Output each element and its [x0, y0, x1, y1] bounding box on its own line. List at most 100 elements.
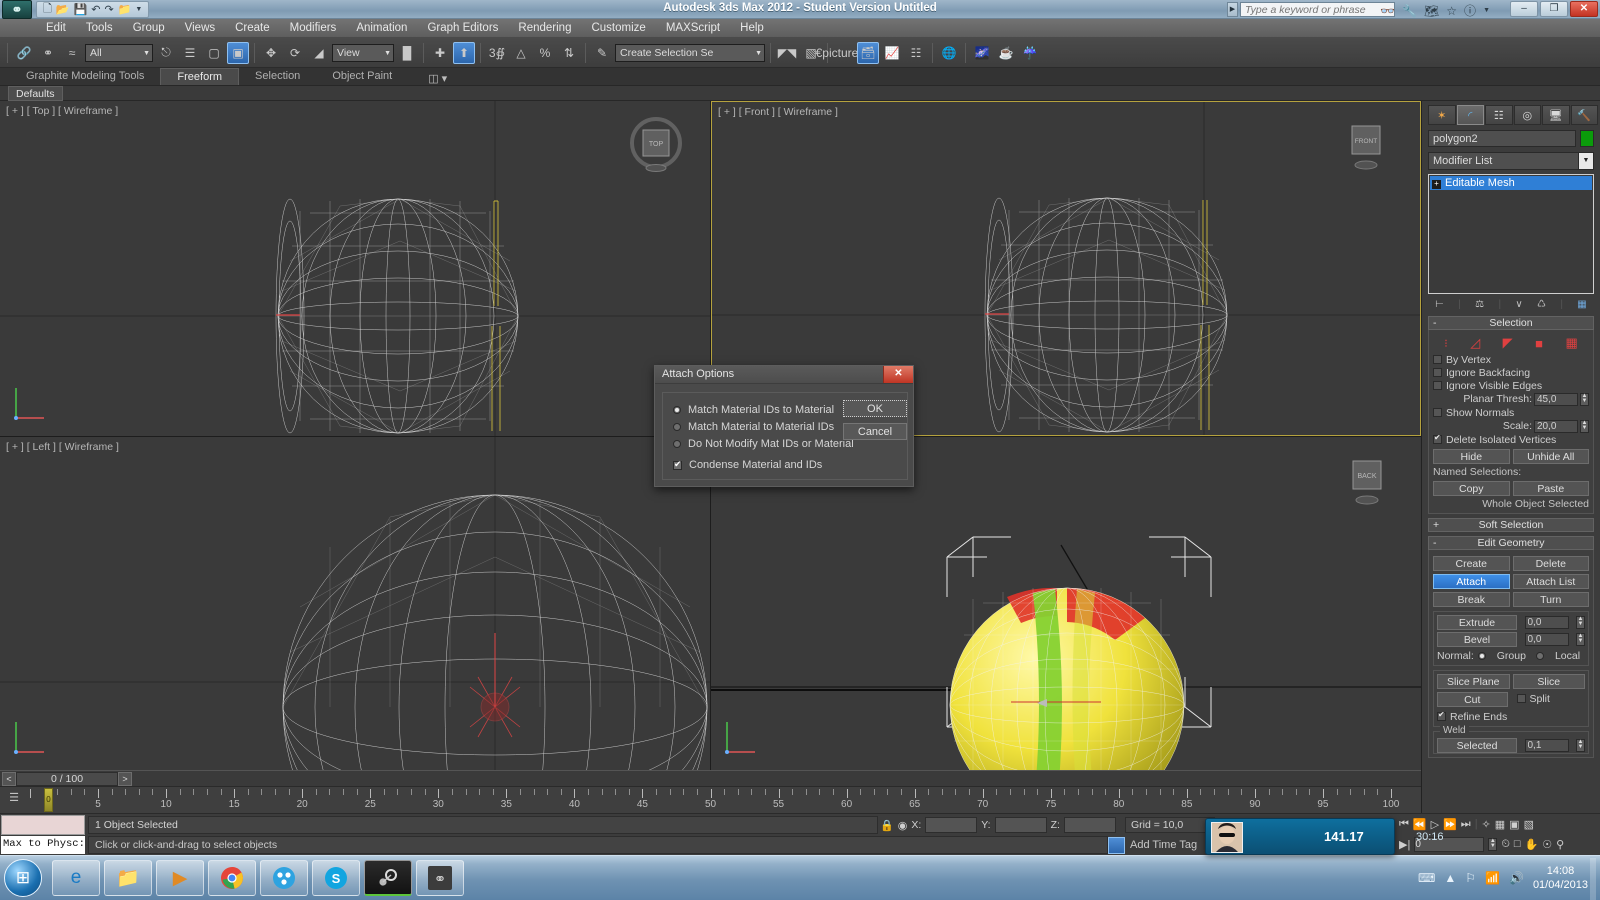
motion-tab[interactable]: ◎	[1513, 105, 1541, 125]
select-region-icon[interactable]: ▦	[1495, 818, 1505, 831]
orbit-icon[interactable]: ☉	[1542, 838, 1552, 851]
turn-button[interactable]: Turn	[1512, 592, 1589, 607]
subscription-icon[interactable]: 🗺	[1424, 4, 1439, 18]
copy-button[interactable]: Copy	[1433, 481, 1510, 496]
binoculars-icon[interactable]: 👓	[1380, 4, 1395, 18]
percent-snap-icon[interactable]: △	[510, 42, 532, 64]
viewport-front-label[interactable]: [ + ] [ Front ] [ Wireframe ]	[718, 106, 838, 118]
media-player-overlay[interactable]: 141.17 30:16	[1205, 818, 1444, 855]
x-input[interactable]	[925, 817, 978, 833]
spinner-snap-icon[interactable]: %	[534, 42, 556, 64]
pan-view-icon[interactable]: ▣	[1509, 818, 1519, 831]
delete-button[interactable]: Delete	[1512, 556, 1589, 571]
skype-icon[interactable]: S	[312, 860, 360, 896]
z-input[interactable]	[1063, 817, 1116, 833]
edit-named-selection-sets-icon[interactable]: ✎	[591, 42, 613, 64]
render-production-icon[interactable]: ☔	[1019, 42, 1041, 64]
ignore-visible-edges-checkbox[interactable]: Ignore Visible Edges	[1433, 379, 1589, 392]
menu-item-create[interactable]: Create	[225, 19, 280, 38]
by-vertex-checkbox[interactable]: By Vertex	[1433, 353, 1589, 366]
weld-selected-button[interactable]: Selected	[1437, 737, 1517, 753]
rendered-frame-window-icon[interactable]: ☕	[995, 42, 1017, 64]
normal-group-radio-icon[interactable]	[1477, 651, 1486, 660]
bevel-spinner[interactable]: ▲ ▼	[1576, 632, 1585, 646]
ignore-backfacing-checkbox-icon[interactable]	[1433, 368, 1442, 377]
paste-button[interactable]: Paste	[1512, 481, 1589, 496]
zoom-extents-icon[interactable]: ⚲	[1556, 838, 1564, 851]
modify-tab[interactable]: ◜	[1456, 105, 1484, 125]
next-frame-arrow[interactable]: >	[118, 772, 132, 786]
help-chevron-down-icon[interactable]: ▼	[1483, 7, 1490, 14]
use-pivot-center-icon[interactable]: █	[396, 42, 418, 64]
by-vertex-checkbox-icon[interactable]	[1433, 355, 1442, 364]
create-tab[interactable]: ✶	[1428, 105, 1456, 125]
radio-match-material-ids-to-material[interactable]: Match Material IDs to Material	[673, 404, 834, 416]
steam-icon[interactable]	[364, 860, 412, 896]
vertex-icon[interactable]: ⁝	[1444, 337, 1448, 350]
time-configuration-icon[interactable]: ⏲	[1501, 838, 1510, 851]
set-key-icon[interactable]: ▶|	[1399, 838, 1410, 851]
angle-snap-icon[interactable]: 3 ∯	[486, 42, 508, 64]
menu-item-graph-editors[interactable]: Graph Editors	[417, 19, 508, 38]
maximize-button[interactable]: ❐	[1540, 1, 1568, 17]
modifier-stack[interactable]: + Editable Mesh	[1428, 174, 1594, 294]
frame-display[interactable]: 0 / 100	[16, 772, 118, 786]
radio-match-material-to-material-ids[interactable]: Match Material to Material IDs	[673, 421, 834, 433]
unhide-all-button[interactable]: Unhide All	[1512, 449, 1589, 464]
radio-do-not-modify[interactable]: Do Not Modify Mat IDs or Material	[673, 438, 854, 450]
show-end-result-icon[interactable]: ⚖	[1475, 299, 1484, 310]
menu-item-help[interactable]: Help	[730, 19, 774, 38]
select-by-name-icon[interactable]: ☰	[179, 42, 201, 64]
media-player-icon[interactable]: ▶	[156, 860, 204, 896]
menu-item-tools[interactable]: Tools	[76, 19, 123, 38]
split-checkbox-icon[interactable]	[1516, 694, 1526, 703]
menu-item-maxscript[interactable]: MAXScript	[656, 19, 730, 38]
refine-ends-checkbox-icon[interactable]	[1437, 710, 1446, 721]
3ds-max-icon[interactable]: ⚭	[416, 860, 464, 896]
previous-frame-arrow[interactable]: <	[2, 772, 16, 786]
rollout-selection-collapse-icon[interactable]: -	[1433, 317, 1437, 330]
ribbon-tab-object-paint[interactable]: Object Paint	[316, 68, 408, 85]
file-explorer-icon[interactable]: 📁	[104, 860, 152, 896]
dialog-close-button[interactable]: ✕	[883, 366, 913, 383]
element-icon[interactable]: ▦	[1565, 335, 1577, 351]
break-button[interactable]: Break	[1433, 592, 1510, 607]
rectangular-selection-region-icon[interactable]: ▢	[203, 42, 225, 64]
viewport-left-label[interactable]: [ + ] [ Left ] [ Wireframe ]	[6, 441, 119, 453]
checkbox-condense-material-and-ids[interactable]: Condense Material and IDs	[673, 459, 822, 471]
select-object-icon[interactable]: ⎋	[155, 42, 177, 64]
time-tag-icon[interactable]	[1108, 836, 1125, 854]
utorrent-icon[interactable]	[260, 860, 308, 896]
expand-plus-icon[interactable]: +	[1432, 180, 1441, 189]
play-animation-icon[interactable]: ▷	[1431, 818, 1439, 831]
select-region-icon-2[interactable]: □	[1514, 838, 1521, 850]
extrude-spinner[interactable]: ▲ ▼	[1576, 615, 1585, 629]
viewport-top-label[interactable]: [ + ] [ Top ] [ Wireframe ]	[6, 105, 118, 117]
mirror-icon[interactable]: ◤◥	[776, 42, 798, 64]
delete-isolated-vertices-checkbox[interactable]: Delete Isolated Vertices	[1433, 433, 1589, 446]
menu-item-edit[interactable]: Edit	[36, 19, 76, 38]
keyboard-layout-icon[interactable]: ⌨	[1418, 871, 1435, 885]
planar-thresh-spinner[interactable]: ▲ ▼	[1580, 392, 1589, 406]
rollout-soft-selection-header[interactable]: + Soft Selection	[1428, 518, 1594, 532]
reference-coordinate-system-select[interactable]: View	[332, 43, 394, 62]
key-mode-icon[interactable]: ☰	[4, 791, 24, 809]
layer-manager-icon[interactable]: €picture;☷	[816, 42, 873, 64]
slice-button[interactable]: Slice	[1512, 674, 1585, 689]
modifier-list-chevron-down-icon[interactable]: ▼	[1578, 153, 1593, 169]
pin-stack-icon[interactable]: ⊢	[1435, 299, 1444, 310]
weld-value-input[interactable]	[1524, 738, 1569, 752]
modifier-list-dropdown[interactable]: Modifier List ▼	[1428, 152, 1594, 170]
schematic-view-icon[interactable]: ☷	[905, 42, 927, 64]
scale-spinner[interactable]: ▲ ▼	[1580, 419, 1589, 433]
bevel-input[interactable]	[1524, 632, 1569, 646]
menu-item-customize[interactable]: Customize	[581, 19, 655, 38]
rollout-edit-geometry-header[interactable]: - Edit Geometry	[1428, 536, 1594, 550]
normal-local-radio-icon[interactable]	[1535, 651, 1544, 660]
bevel-button[interactable]: Bevel	[1437, 631, 1517, 647]
render-setup-icon[interactable]: 🌌	[971, 42, 993, 64]
wrench-icon[interactable]: 🔧	[1402, 4, 1417, 18]
maximize-viewport-toggle-icon[interactable]: ▧	[1524, 818, 1534, 831]
menu-item-views[interactable]: Views	[175, 19, 225, 38]
menu-item-rendering[interactable]: Rendering	[508, 19, 581, 38]
